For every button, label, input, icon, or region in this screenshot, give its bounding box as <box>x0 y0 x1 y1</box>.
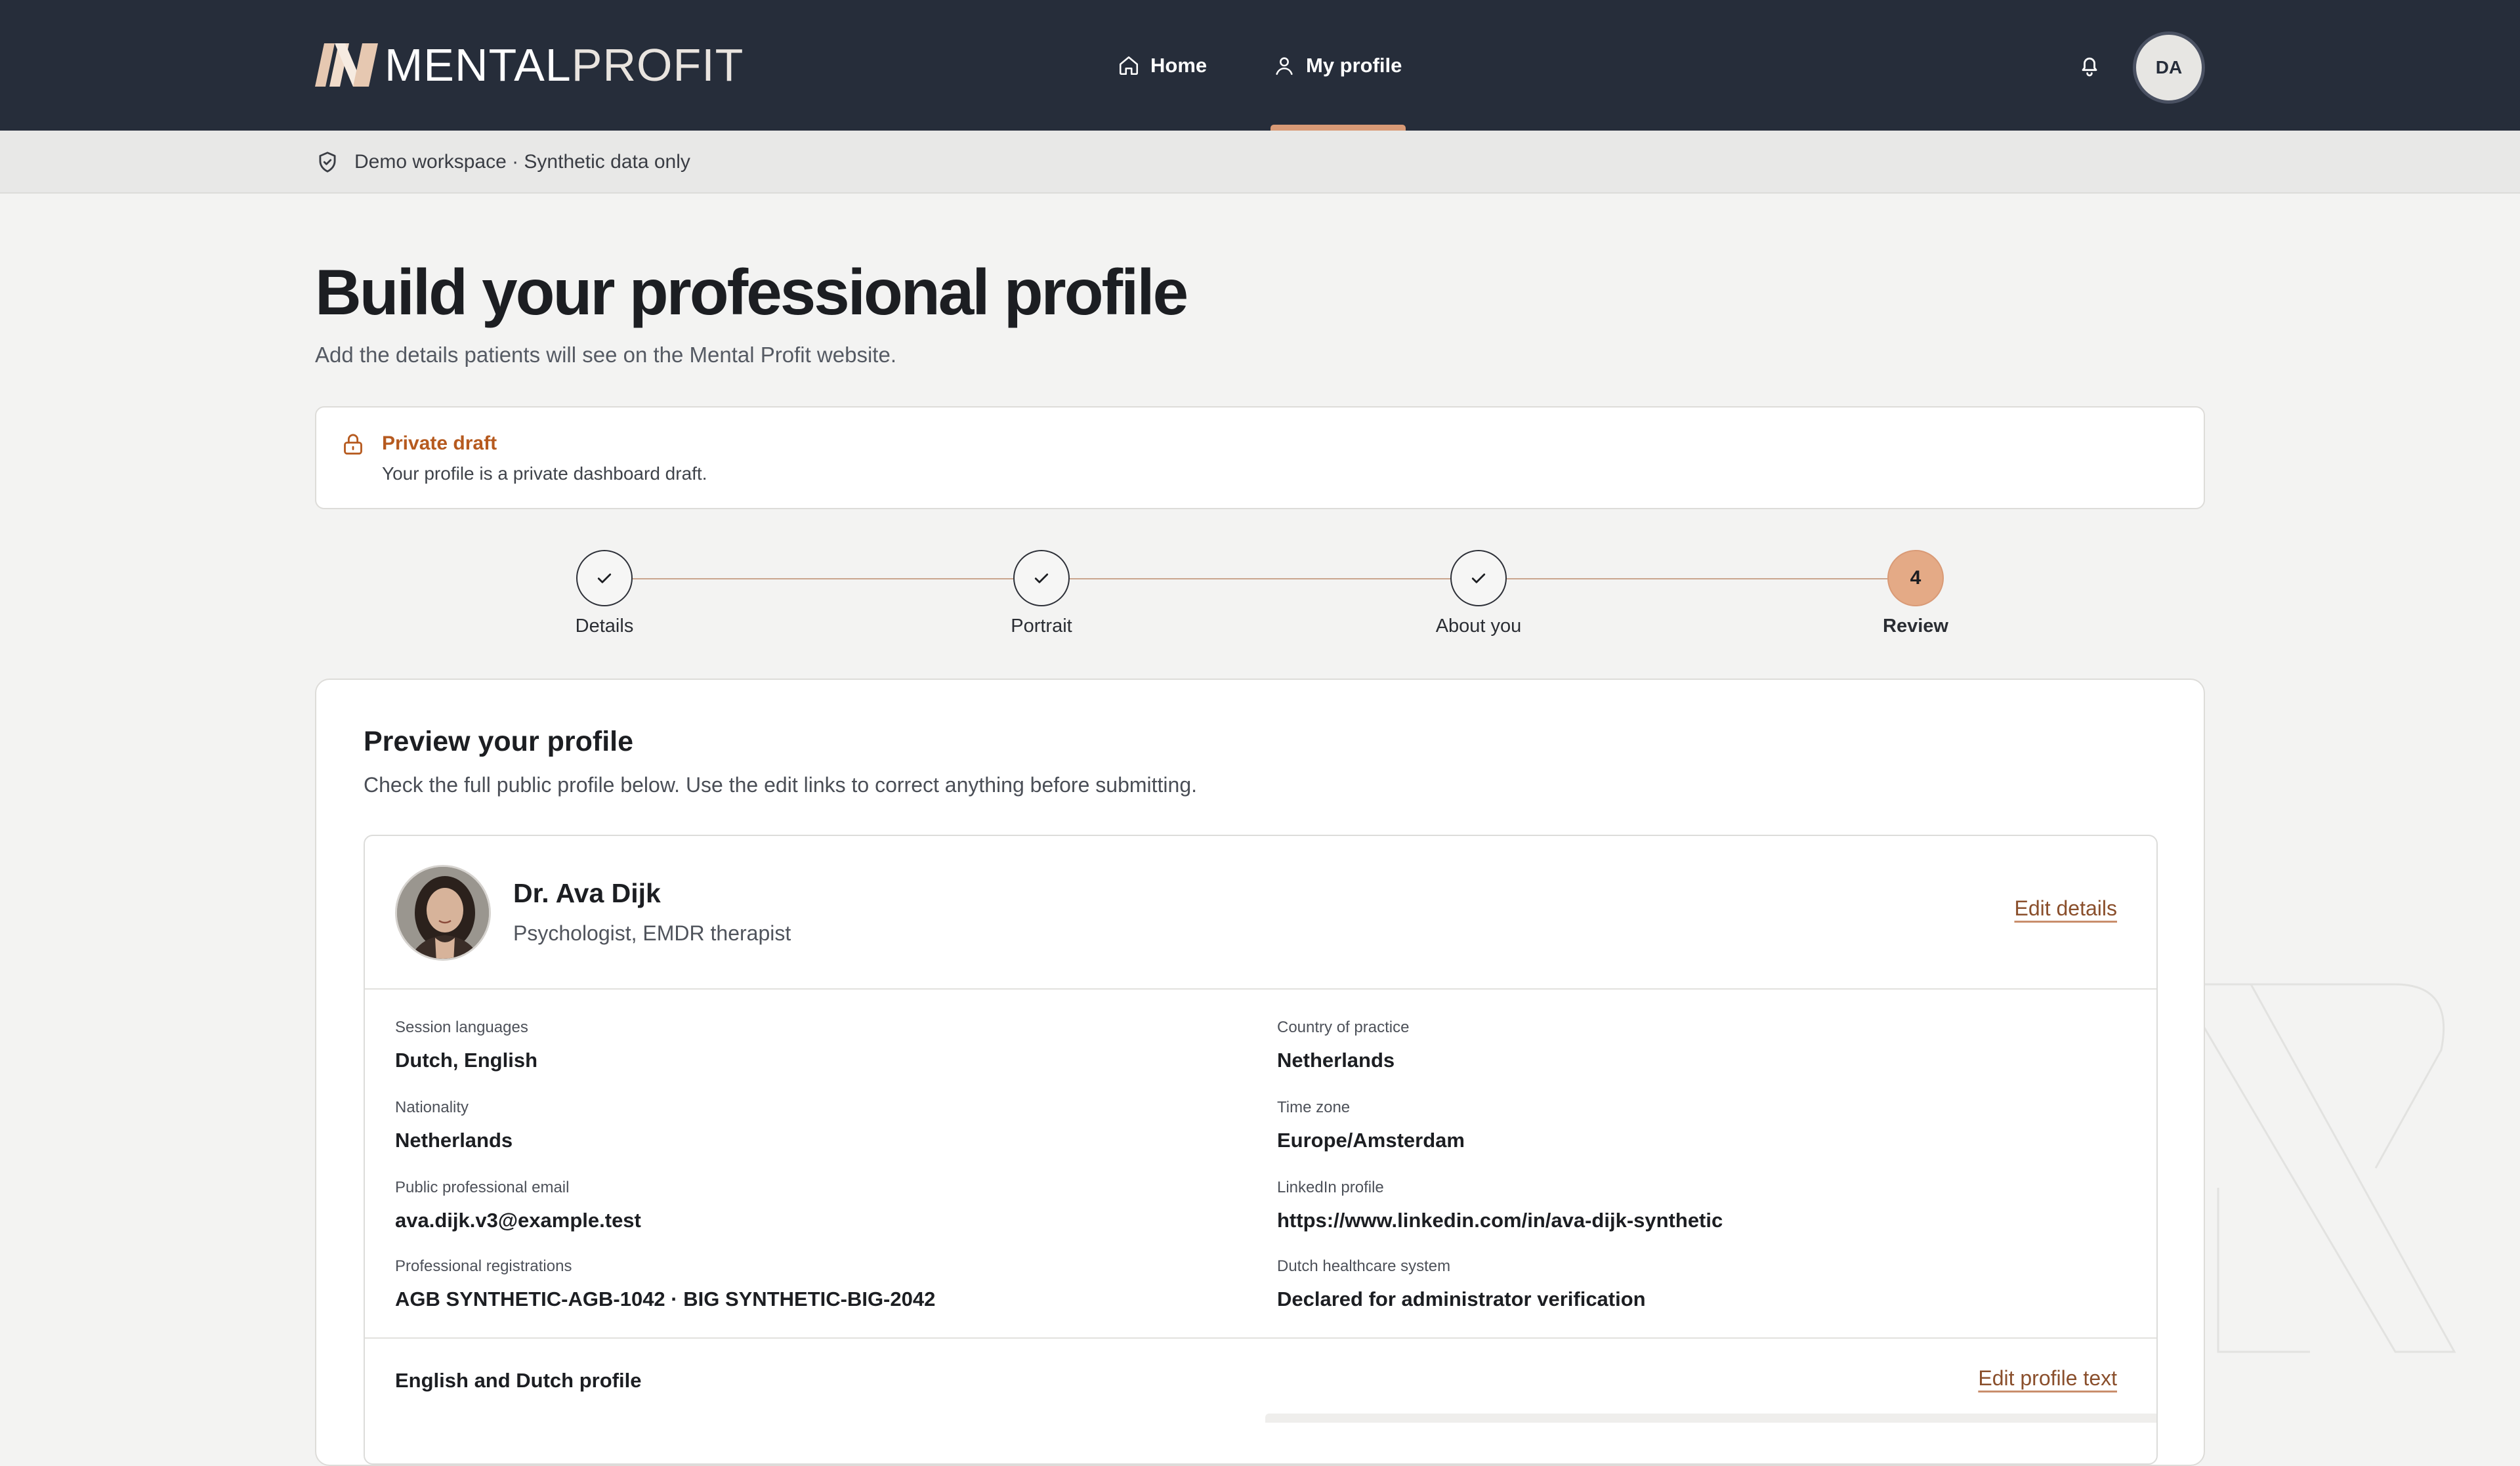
step-complete-marker <box>1450 550 1507 606</box>
notice-title: Private draft <box>382 432 497 454</box>
avatar-initials: DA <box>2155 57 2183 77</box>
demo-banner-text: Demo workspace · Synthetic data only <box>354 151 690 173</box>
profile-name: Dr. Ava Dijk <box>513 878 661 908</box>
field-linkedin-profile: LinkedIn profile https://www.linkedin.co… <box>1277 1179 1723 1232</box>
field-public-email: Public professional email ava.dijk.v3@ex… <box>395 1179 641 1232</box>
profile-text-section-title: English and Dutch profile <box>395 1369 642 1392</box>
field-professional-registrations: Professional registrations AGB SYNTHETIC… <box>395 1257 935 1311</box>
step-complete-marker <box>1013 550 1070 606</box>
step-label: About you <box>1435 616 1522 637</box>
field-label: Time zone <box>1277 1099 1351 1116</box>
field-time-zone: Time zone Europe/Amsterdam <box>1277 1099 1465 1152</box>
demo-workspace-banner: Demo workspace · Synthetic data only <box>0 131 2520 194</box>
field-value: https://www.linkedin.com/in/ava-dijk-syn… <box>1277 1209 1723 1232</box>
field-value: Netherlands <box>1277 1049 1395 1072</box>
profile-preview-panel: Preview your profile Check the full publ… <box>315 679 2205 1466</box>
step-details[interactable]: Details <box>506 550 703 637</box>
edit-profile-text-link[interactable]: Edit profile text <box>1978 1366 2117 1391</box>
profile-details-grid: Session languages Dutch, English Nationa… <box>365 991 2156 1339</box>
check-icon <box>1034 574 1049 583</box>
nav-my-profile-label: My profile <box>1306 53 1402 77</box>
page-title: Build your professional profile <box>315 256 1188 328</box>
field-label: Professional registrations <box>395 1257 572 1275</box>
field-value: Netherlands <box>395 1129 513 1152</box>
field-label: Nationality <box>395 1099 469 1116</box>
notice-text: Your profile is a private dashboard draf… <box>382 463 707 484</box>
check-icon <box>1471 574 1486 583</box>
field-nationality: Nationality Netherlands <box>395 1099 513 1152</box>
lock-icon <box>344 434 362 455</box>
home-icon <box>1119 56 1139 75</box>
user-icon <box>1276 56 1293 75</box>
field-session-languages: Session languages Dutch, English <box>395 1018 537 1072</box>
step-label: Portrait <box>1011 616 1072 637</box>
logo-mark-icon <box>315 43 378 87</box>
step-label: Review <box>1883 616 1948 637</box>
step-complete-marker <box>576 550 633 606</box>
shield-check-icon <box>319 152 336 173</box>
mental-profit-logo[interactable]: MENTALPROFIT <box>315 42 744 88</box>
nav-my-profile[interactable]: My profile <box>1273 0 1402 131</box>
nav-home-label: Home <box>1150 53 1208 77</box>
step-review[interactable]: 4 Review <box>1817 550 2014 637</box>
page-subtitle: Add the details patients will see on the… <box>315 343 896 367</box>
edit-details-link[interactable]: Edit details <box>2014 896 2117 921</box>
field-label: LinkedIn profile <box>1277 1179 1384 1196</box>
field-dutch-healthcare-system: Dutch healthcare system Declared for adm… <box>1277 1257 1646 1311</box>
account-avatar-button[interactable]: DA <box>2133 31 2205 104</box>
field-label: Country of practice <box>1277 1018 1410 1036</box>
step-current-marker: 4 <box>1887 550 1944 606</box>
logo-watermark-icon <box>2179 983 2456 1353</box>
field-value: Dutch, English <box>395 1049 537 1072</box>
step-portrait[interactable]: Portrait <box>943 550 1140 637</box>
field-country-of-practice: Country of practice Netherlands <box>1277 1018 1409 1072</box>
step-about-you[interactable]: About you <box>1380 550 1577 637</box>
field-value: Declared for administrator verification <box>1277 1288 1646 1310</box>
profile-role: Psychologist, EMDR therapist <box>513 921 791 945</box>
profile-card: Dr. Ava Dijk Psychologist, EMDR therapis… <box>364 835 2158 1465</box>
active-nav-indicator <box>1270 125 1406 131</box>
progress-stepper: Details Portrait About you 4 Review <box>0 550 2520 642</box>
notifications-button[interactable] <box>2076 52 2103 83</box>
preview-description: Check the full public profile below. Use… <box>364 773 1197 797</box>
field-value: ava.dijk.v3@example.test <box>395 1209 641 1232</box>
field-label: Session languages <box>395 1018 528 1036</box>
nav-home[interactable]: Home <box>1118 0 1207 131</box>
field-value: AGB SYNTHETIC-AGB-1042 · BIG SYNTHETIC-B… <box>395 1288 936 1310</box>
field-label: Dutch healthcare system <box>1277 1257 1451 1275</box>
private-draft-notice: Private draft Your profile is a private … <box>315 406 2205 509</box>
field-label: Public professional email <box>395 1179 570 1196</box>
preview-title: Preview your profile <box>364 726 634 757</box>
bell-icon <box>2082 57 2097 77</box>
profile-portrait <box>395 865 491 961</box>
logo-wordmark: MENTALPROFIT <box>385 39 744 91</box>
profile-card-header: Dr. Ava Dijk Psychologist, EMDR therapis… <box>365 836 2156 990</box>
top-navigation-bar: MENTALPROFIT Home My profile DA <box>0 0 2520 131</box>
step-label: Details <box>575 616 634 637</box>
field-value: Europe/Amsterdam <box>1277 1129 1465 1152</box>
check-icon <box>597 574 612 583</box>
profile-text-panel <box>1265 1414 2156 1423</box>
portrait-image <box>397 867 489 959</box>
